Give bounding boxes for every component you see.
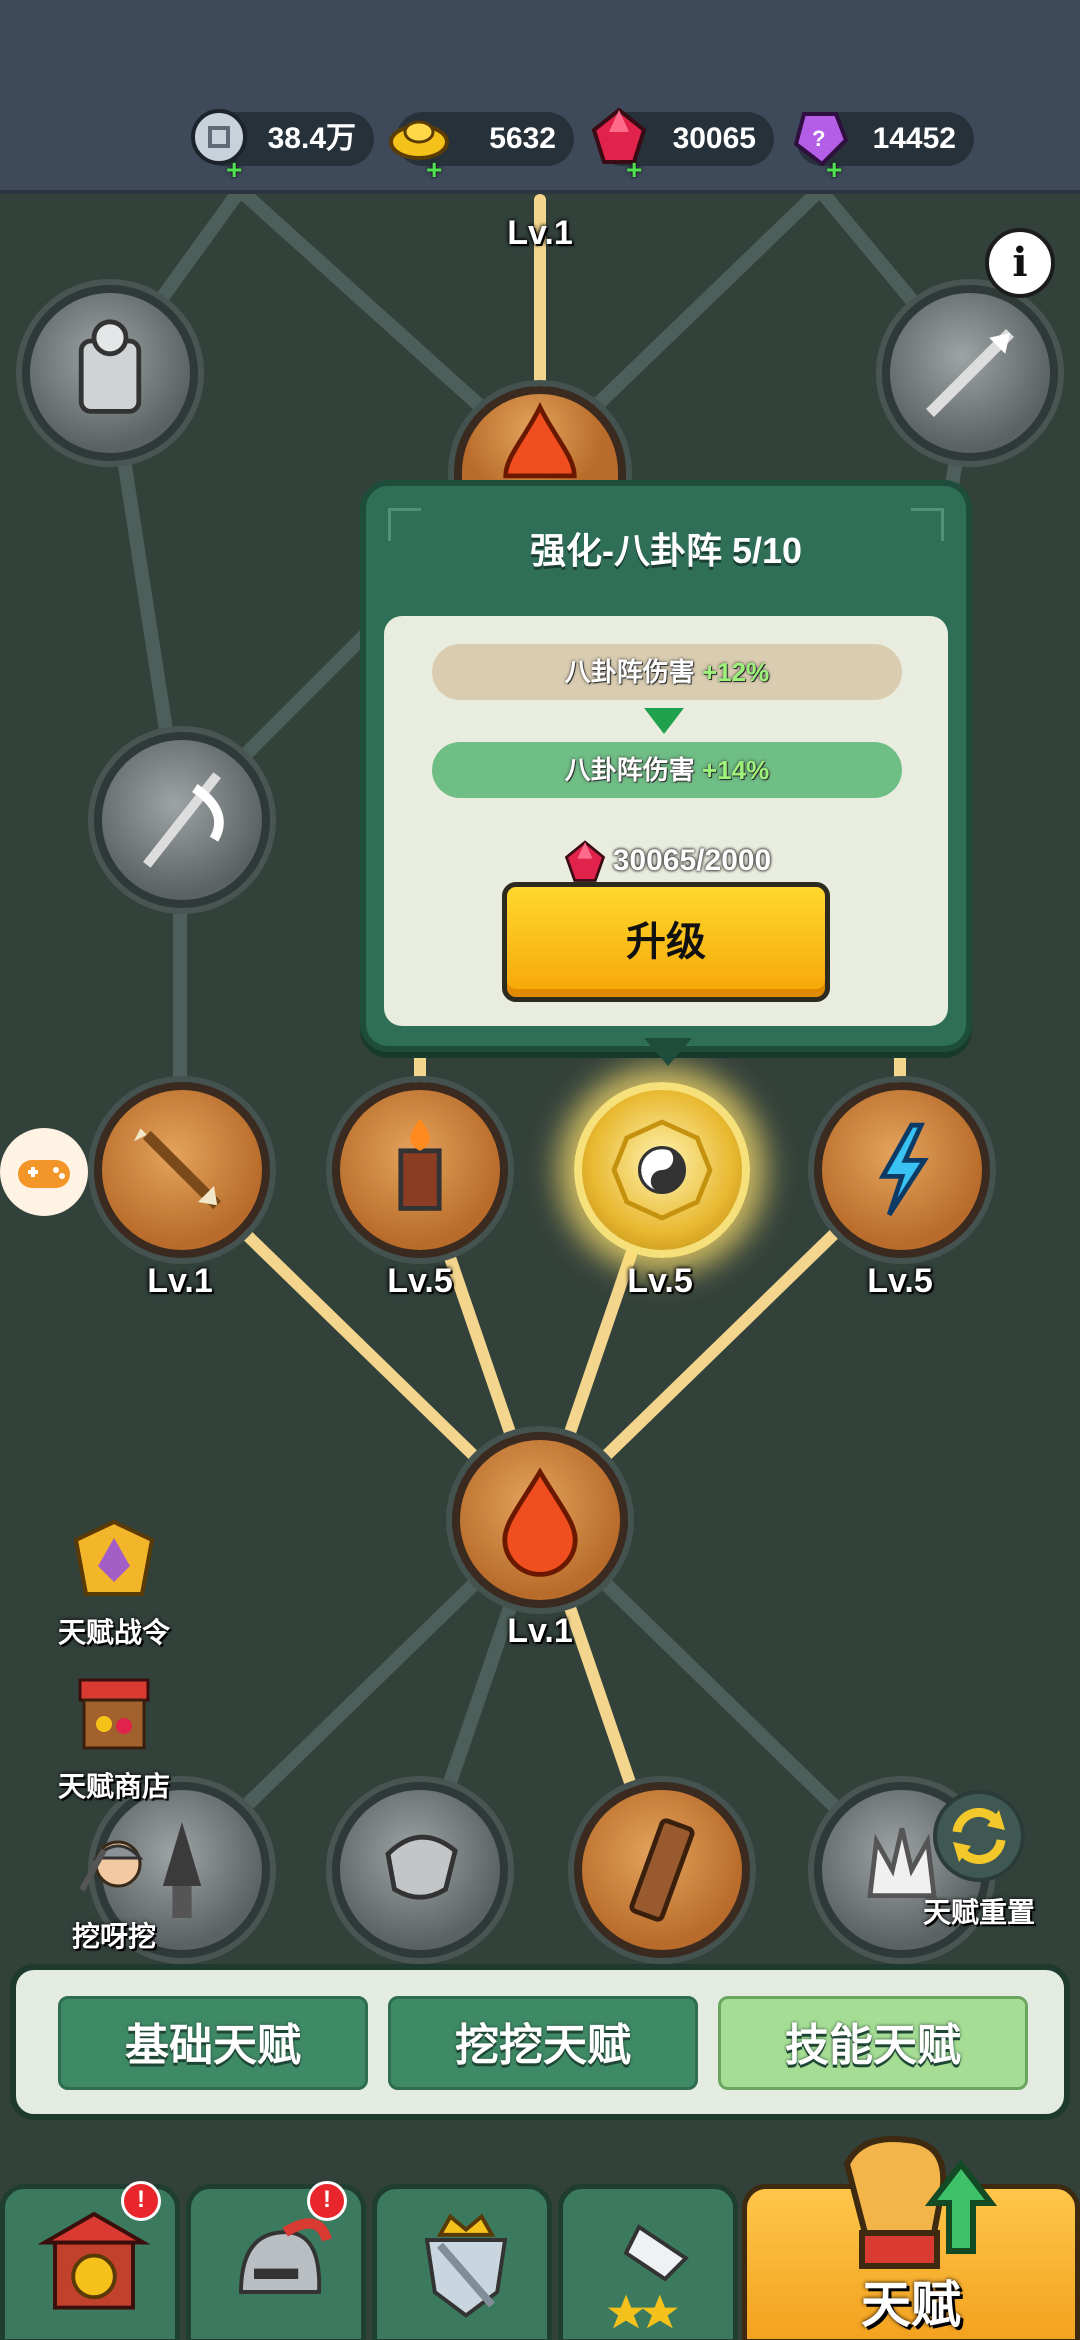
next-stat-bonus: +14% (702, 755, 770, 785)
info-icon[interactable]: i (985, 228, 1055, 298)
stone-statue-icon (78, 319, 142, 414)
svg-text:?: ? (812, 126, 825, 151)
yin-yang-icon (611, 1119, 713, 1221)
gamepad-icon (18, 1160, 70, 1188)
gold-currency[interactable]: + 5632 (389, 112, 574, 185)
dig-label: 挖呀挖 (71, 1921, 156, 1952)
talent-node-stone-ring[interactable] (332, 1782, 508, 1958)
popup-body: 八卦阵伤害 +12% 八卦阵伤害 +14% 30065/2000 升级 (384, 616, 948, 1026)
fire-tower-icon (398, 1118, 442, 1211)
currency-bar: + 38.4万 + 5632 + 30065 ? + 14452 (0, 0, 1080, 194)
talent-node-spear-weapon[interactable] (882, 285, 1058, 461)
purple-crystal-icon: ? (793, 112, 849, 167)
current-stat-row: 八卦阵伤害 +12% (432, 644, 902, 700)
nav-talent[interactable]: 天赋 (742, 2136, 1080, 2340)
talent-node-fire-upper[interactable] (454, 386, 626, 486)
gold-ingot-icon (389, 120, 449, 160)
miner-icon (79, 1840, 144, 1892)
silver-currency[interactable]: + 38.4万 (191, 109, 374, 185)
add-silver-icon[interactable]: + (226, 154, 242, 186)
talent-node-bagua[interactable] (574, 1082, 750, 1258)
talent-node-crescent-halberd[interactable] (94, 732, 270, 908)
talent-pass-icon (73, 1519, 155, 1596)
upgrade-cost-value: 30065/2000 (612, 843, 772, 877)
tab-basic-talent[interactable]: 基础天赋 (58, 1996, 368, 2090)
upgrade-popup: 强化-八卦阵 5/10 八卦阵伤害 +12% 八卦阵伤害 +14% 30065/… (360, 480, 972, 1066)
gem-currency[interactable]: + 30065 (591, 107, 774, 185)
lightning-icon (878, 1122, 929, 1217)
talent-shop-shortcut[interactable]: 天赋商店 (42, 1670, 186, 1805)
node-level-label: Lv.1 (147, 1262, 213, 1300)
fist-upgrade-icon (843, 2136, 997, 2269)
current-stat-label: 八卦阵伤害 (564, 657, 695, 687)
talent-node-wooden-plank[interactable] (574, 1782, 750, 1958)
node-level-label: Lv.5 (387, 1262, 453, 1300)
nav-stars[interactable] (558, 2184, 738, 2340)
talent-node-fire-tower[interactable] (332, 1082, 508, 1258)
next-stat-row: 八卦阵伤害 +14% (432, 742, 902, 798)
spear-weapon-icon (926, 329, 1014, 417)
talent-shop-icon (78, 1678, 150, 1750)
scroll-stars-icon (607, 2224, 689, 2329)
gamepad-button[interactable] (0, 1128, 88, 1216)
nav-shop[interactable]: ! (0, 2181, 180, 2340)
notification-badge: ! (121, 2181, 161, 2221)
talent-screen: + 38.4万 + 5632 + 30065 ? + 14452 Lv.1 i … (0, 0, 1080, 2340)
talent-node-fire-center[interactable] (452, 1432, 628, 1608)
dig-shortcut[interactable]: 挖呀挖 (42, 1820, 186, 1955)
upgrade-button[interactable]: 升级 (502, 882, 830, 1002)
stone-ring-icon (385, 1834, 458, 1900)
crystal-currency[interactable]: ? + 14452 (793, 112, 974, 185)
add-crystal-icon[interactable]: + (826, 154, 842, 186)
arrow-icon (134, 1128, 222, 1210)
shield-crown-icon (424, 2213, 508, 2318)
talent-node-stone-statue[interactable] (22, 285, 198, 461)
wooden-plank-icon (629, 1818, 695, 1922)
next-stat-label: 八卦阵伤害 (564, 755, 695, 785)
crystal-value: 14452 (872, 122, 956, 155)
top-node-level: Lv.1 (507, 214, 573, 252)
nav-equipment[interactable]: ! (186, 2181, 366, 2340)
upgrade-cost: 30065/2000 (384, 838, 948, 886)
talent-type-tabs: 基础天赋 挖挖天赋 技能天赋 (10, 1964, 1070, 2120)
fire-drop-icon (502, 1467, 578, 1577)
silver-value: 38.4万 (267, 122, 356, 155)
talent-pass-shortcut[interactable]: 天赋战令 (42, 1516, 186, 1651)
refresh-icon (933, 1790, 1025, 1882)
talent-shop-label: 天赋商店 (57, 1771, 170, 1802)
tab-dig-talent[interactable]: 挖挖天赋 (388, 1996, 698, 2090)
fire-drop-icon (503, 402, 577, 479)
nav-talent-label: 天赋 (861, 2277, 961, 2333)
center-node-level: Lv.1 (507, 1612, 573, 1650)
arrow-down-icon (644, 708, 684, 734)
tab-skill-talent[interactable]: 技能天赋 (718, 1996, 1028, 2090)
talent-node-lightning[interactable] (814, 1082, 990, 1258)
popup-title: 强化-八卦阵 5/10 (529, 530, 803, 571)
add-gem-icon[interactable]: + (626, 154, 642, 186)
halberd-icon (143, 772, 224, 868)
talent-pass-label: 天赋战令 (57, 1617, 170, 1648)
current-stat-bonus: +12% (702, 657, 770, 687)
silver-coin-icon (191, 109, 247, 165)
talent-reset-label: 天赋重置 (922, 1897, 1035, 1928)
talent-node-arrow[interactable] (94, 1082, 270, 1258)
popup-pointer (644, 1038, 692, 1066)
notification-badge: ! (307, 2181, 347, 2221)
talent-reset-button[interactable]: 天赋重置 (914, 1786, 1044, 1931)
red-gem-icon (564, 840, 605, 882)
node-level-label: Lv.5 (627, 1262, 693, 1300)
red-gem-icon (591, 107, 647, 164)
add-gold-icon[interactable]: + (426, 154, 442, 186)
node-level-label: Lv.5 (867, 1262, 933, 1300)
nav-battle[interactable] (372, 2184, 552, 2340)
gold-value: 5632 (489, 122, 556, 155)
gem-value: 30065 (672, 122, 756, 155)
